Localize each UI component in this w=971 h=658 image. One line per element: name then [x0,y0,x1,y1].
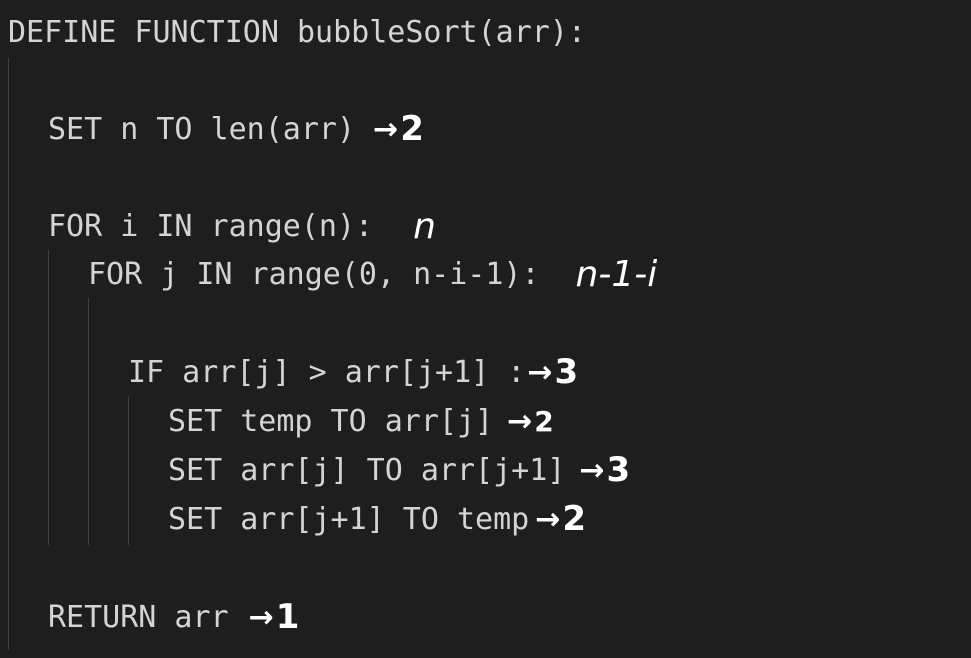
code-text: DEFINE FUNCTION bubbleSort(arr): [8,14,586,50]
code-line-set-arr-j[interactable]: SET arr[j] TO arr[j+1] → 3 [0,446,971,494]
code-text: FOR i IN range(n): [48,208,374,244]
code-text: RETURN arr [48,599,229,635]
cost-annotation: 2 [562,499,587,539]
code-text: SET arr[j] TO arr[j+1] [168,452,566,488]
handwritten-arrow: → [507,403,533,439]
code-text: SET arr[j+1] TO temp [168,501,530,537]
code-line-set-temp[interactable]: SET temp TO arr[j] → 2 [0,397,971,445]
cost-annotation: n [413,205,436,247]
code-editor[interactable]: DEFINE FUNCTION bubbleSort(arr): SET n T… [0,0,971,658]
code-line-set-n[interactable]: SET n TO len(arr) → 2 [0,105,971,153]
cost-annotation: 3 [606,450,631,490]
code-line-return[interactable]: RETURN arr → 1 [0,593,971,641]
code-line-set-arr-j1[interactable]: SET arr[j+1] TO temp → 2 [0,495,971,543]
code-text: SET temp TO arr[j] [168,403,494,439]
handwritten-arrow: → [579,452,605,488]
handwritten-arrow: → [535,501,561,537]
cost-annotation: 2 [534,404,554,438]
handwritten-arrow: → [527,354,553,390]
code-line-function-def[interactable]: DEFINE FUNCTION bubbleSort(arr): [0,8,971,56]
code-text: FOR j IN range(0, n-i-1): [88,256,540,292]
code-line-for-j[interactable]: FOR j IN range(0, n-i-1): n-1-i [0,250,971,298]
cost-annotation: 2 [400,109,424,149]
cost-annotation: 1 [275,597,300,637]
handwritten-arrow: → [248,599,274,635]
code-line-for-i[interactable]: FOR i IN range(n): n [0,202,971,250]
cost-annotation: 3 [554,352,579,392]
code-line-if[interactable]: IF arr[j] > arr[j+1] : → 3 [0,348,971,396]
code-text: IF arr[j] > arr[j+1] : [128,354,526,390]
code-text: SET n TO len(arr) [48,111,356,147]
handwritten-arrow: → [373,111,399,147]
cost-annotation: n-1-i [575,253,658,295]
